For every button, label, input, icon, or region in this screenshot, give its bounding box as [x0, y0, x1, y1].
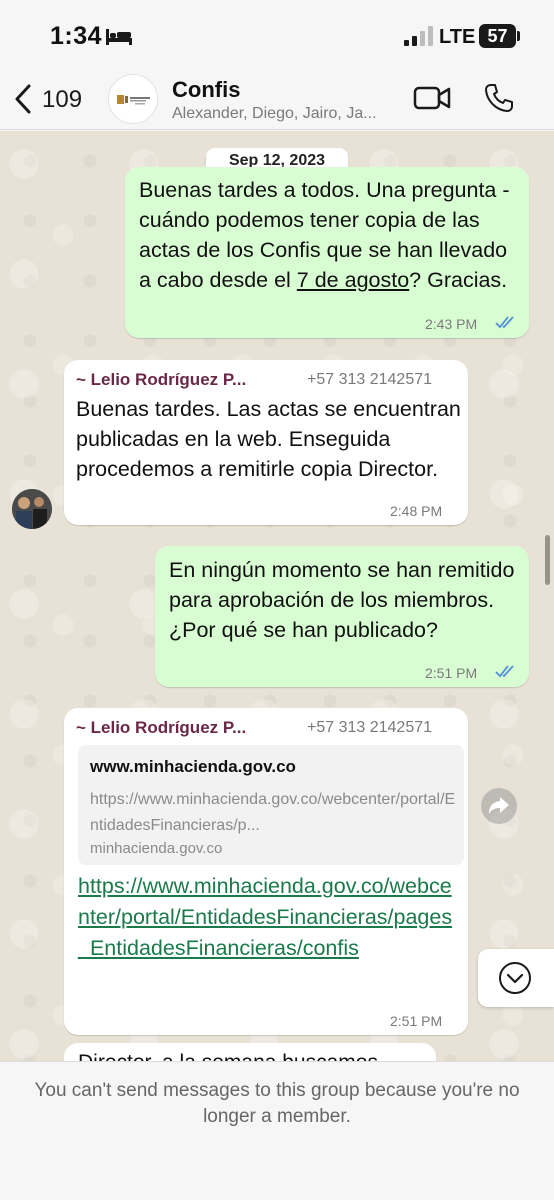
message-link[interactable]: https://www.minhacienda.gov.co/webcenter… — [78, 871, 458, 964]
chat-footer: You can't send messages to this group be… — [0, 1061, 554, 1200]
status-bar: 1:34 LTE 57 — [0, 0, 554, 68]
incoming-message[interactable]: ~ Lelio Rodríguez P... +57 313 2142571 B… — [64, 360, 468, 525]
chat-header: 109 Confis Alexander, Diego, Jairo, Ja..… — [0, 68, 554, 130]
message-text: Buenas tardes. Las actas se encuentran p… — [76, 397, 461, 481]
chevron-down-icon — [499, 962, 531, 994]
battery-icon: 57 — [479, 24, 516, 48]
not-member-notice: You can't send messages to this group be… — [34, 1080, 520, 1127]
group-members[interactable]: Alexander, Diego, Jairo, Ja... — [172, 105, 404, 123]
scrollbar-thumb[interactable] — [545, 535, 550, 585]
incoming-message-partial[interactable]: Director, a la semana buscamos — [64, 1043, 436, 1061]
sender-phone: +57 313 2142571 — [307, 719, 433, 736]
sender-name[interactable]: ~ Lelio Rodríguez P... — [76, 718, 246, 738]
sender-avatar[interactable] — [12, 489, 52, 529]
message-time: 2:51 PM — [425, 665, 478, 681]
outgoing-message[interactable]: Buenas tardes a todos. Una pregunta - cu… — [125, 167, 529, 338]
battery-nub — [517, 31, 520, 41]
link-preview-description: https://www.minhacienda.gov.co/webcenter… — [90, 791, 456, 834]
forward-arrow-icon — [489, 797, 509, 814]
status-time: 1:34 — [50, 22, 103, 50]
back-unread-count[interactable]: 109 — [42, 86, 82, 114]
message-text: En ningún momento se han remitido para a… — [169, 558, 515, 642]
link-preview-card[interactable]: www.minhacienda.gov.co https://www.minha… — [78, 745, 464, 865]
battery-level: 57 — [487, 26, 508, 46]
message-text: Buenas tardes a todos. Una pregunta - cu… — [139, 178, 510, 292]
message-time: 2:48 PM — [390, 503, 443, 519]
confis-logo-icon — [117, 95, 150, 105]
read-ticks-icon — [495, 316, 514, 329]
message-time: 2:51 PM — [390, 1013, 443, 1029]
profile-photo-icon — [12, 489, 52, 529]
read-ticks-icon — [495, 665, 514, 678]
scroll-to-bottom-button[interactable] — [478, 949, 554, 1007]
chevron-left-icon[interactable] — [14, 84, 32, 114]
sender-phone: +57 313 2142571 — [307, 371, 433, 388]
outgoing-message[interactable]: En ningún momento se han remitido para a… — [155, 546, 529, 687]
sender-name[interactable]: ~ Lelio Rodríguez P... — [76, 370, 246, 390]
video-call-icon[interactable] — [413, 84, 451, 112]
group-avatar[interactable] — [108, 74, 158, 124]
phone-call-icon[interactable] — [483, 82, 515, 114]
bed-icon — [106, 29, 132, 45]
cellular-signal-icon — [404, 26, 433, 46]
message-time: 2:43 PM — [425, 316, 478, 332]
group-name[interactable]: Confis — [172, 77, 240, 103]
forward-button[interactable] — [481, 788, 517, 824]
network-type: LTE — [439, 26, 476, 48]
link-preview-domain: minhacienda.gov.co — [90, 840, 223, 857]
date-link[interactable]: 7 de agosto — [297, 268, 409, 292]
link-preview-title: www.minhacienda.gov.co — [90, 757, 296, 776]
message-text: Director, a la semana buscamos — [78, 1051, 378, 1061]
chat-messages-area[interactable]: Sep 12, 2023 Buenas tardes a todos. Una … — [0, 131, 554, 1061]
